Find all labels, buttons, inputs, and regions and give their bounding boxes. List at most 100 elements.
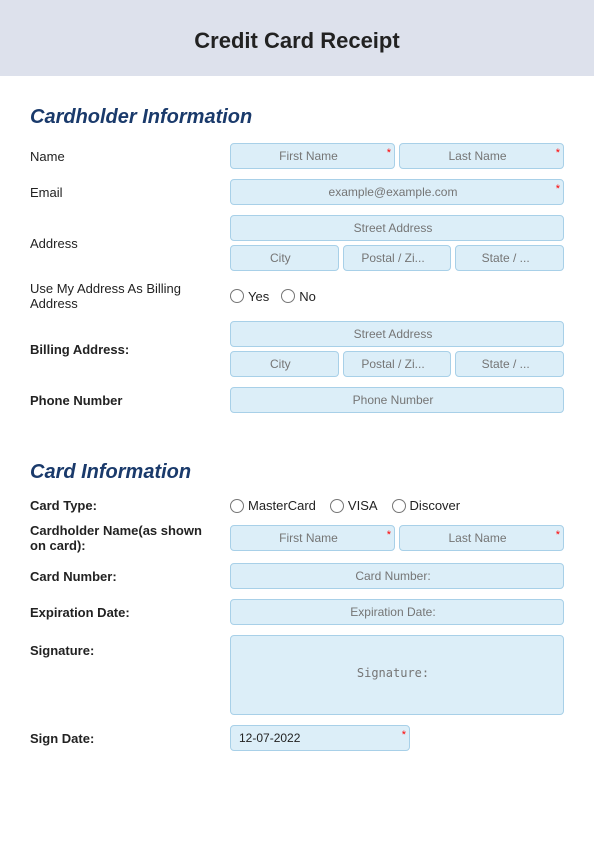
cardholder-section-title: Cardholder Information [30, 106, 564, 129]
card-type-label: Card Type: [30, 498, 230, 513]
phone-row: Phone Number [30, 387, 564, 413]
billing-state-input[interactable] [455, 351, 564, 377]
page-title: Credit Card Receipt [20, 28, 574, 54]
sign-date-wrapper: * [230, 725, 410, 751]
address-label: Address [30, 236, 230, 251]
email-input[interactable] [230, 179, 564, 205]
city-state-row [230, 245, 564, 271]
sign-date-input[interactable] [230, 725, 410, 751]
main-content: Cardholder Information Name * * Ema [0, 76, 594, 841]
sign-date-row: Sign Date: * [30, 725, 564, 751]
phone-fields [230, 387, 564, 413]
card-name-input-row: * * [230, 525, 564, 551]
card-number-row: Card Number: [30, 563, 564, 589]
billing-street-input[interactable] [230, 321, 564, 347]
card-first-name-input[interactable] [230, 525, 395, 551]
expiration-row: Expiration Date: [30, 599, 564, 625]
no-label: No [299, 289, 316, 304]
last-name-input[interactable] [399, 143, 564, 169]
card-number-input[interactable] [230, 563, 564, 589]
billing-address-label: Billing Address: [30, 342, 230, 357]
no-option[interactable]: No [281, 289, 316, 304]
expiration-label: Expiration Date: [30, 605, 230, 620]
card-first-name-wrapper: * [230, 525, 395, 551]
discover-option[interactable]: Discover [392, 498, 461, 513]
card-number-wrapper [230, 563, 564, 589]
address-fields [230, 215, 564, 271]
mastercard-option[interactable]: MasterCard [230, 498, 316, 513]
billing-postal-wrapper [343, 351, 452, 377]
name-fields: * * [230, 143, 564, 169]
first-name-wrapper: * [230, 143, 395, 169]
state-input[interactable] [455, 245, 564, 271]
card-name-fields: * * [230, 525, 564, 551]
email-required: * [556, 183, 560, 195]
billing-city-input[interactable] [230, 351, 339, 377]
city-wrapper [230, 245, 339, 271]
signature-row: Signature: [30, 635, 564, 715]
billing-city-wrapper [230, 351, 339, 377]
expiration-wrapper [230, 599, 564, 625]
card-number-fields [230, 563, 564, 589]
billing-state-wrapper [455, 351, 564, 377]
sign-date-required: * [402, 729, 406, 741]
postal-input[interactable] [343, 245, 452, 271]
last-name-required: * [556, 147, 560, 159]
street-input[interactable] [230, 215, 564, 241]
phone-input[interactable] [230, 387, 564, 413]
card-first-name-required: * [387, 529, 391, 541]
card-last-name-wrapper: * [399, 525, 564, 551]
name-input-row: * * [230, 143, 564, 169]
header: Credit Card Receipt [0, 0, 594, 76]
card-last-name-required: * [556, 529, 560, 541]
phone-wrapper [230, 387, 564, 413]
first-name-input[interactable] [230, 143, 395, 169]
signature-wrapper [230, 635, 564, 715]
mastercard-radio[interactable] [230, 499, 244, 513]
card-type-options: MasterCard VISA Discover [230, 498, 564, 513]
phone-label: Phone Number [30, 393, 230, 408]
yes-label: Yes [248, 289, 269, 304]
name-row: Name * * [30, 143, 564, 169]
city-input[interactable] [230, 245, 339, 271]
card-type-row: Card Type: MasterCard VISA Discover [30, 498, 564, 513]
signature-label: Signature: [30, 635, 230, 658]
signature-fields [230, 635, 564, 715]
sign-date-label: Sign Date: [30, 731, 230, 746]
email-fields: * [230, 179, 564, 205]
visa-label: VISA [348, 498, 378, 513]
state-wrapper [455, 245, 564, 271]
mastercard-label: MasterCard [248, 498, 316, 513]
billing-postal-input[interactable] [343, 351, 452, 377]
billing-address-fields [230, 321, 564, 377]
section-divider [30, 423, 564, 451]
card-section-title: Card Information [30, 461, 564, 484]
billing-radio-group: Yes No [230, 289, 564, 304]
postal-wrapper [343, 245, 452, 271]
billing-street-wrapper [230, 321, 564, 347]
first-name-required: * [387, 147, 391, 159]
card-number-label: Card Number: [30, 569, 230, 584]
billing-toggle-row: Use My Address As Billing Address Yes No [30, 281, 564, 311]
card-last-name-input[interactable] [399, 525, 564, 551]
page: Credit Card Receipt Cardholder Informati… [0, 0, 594, 841]
visa-radio[interactable] [330, 499, 344, 513]
billing-toggle-label: Use My Address As Billing Address [30, 281, 230, 311]
card-name-row: Cardholder Name(as shown on card): * * [30, 523, 564, 553]
card-name-label: Cardholder Name(as shown on card): [30, 523, 230, 553]
billing-address-row: Billing Address: [30, 321, 564, 377]
visa-option[interactable]: VISA [330, 498, 378, 513]
email-row: Email * [30, 179, 564, 205]
no-radio[interactable] [281, 289, 295, 303]
discover-radio[interactable] [392, 499, 406, 513]
name-label: Name [30, 149, 230, 164]
expiration-input[interactable] [230, 599, 564, 625]
yes-option[interactable]: Yes [230, 289, 269, 304]
last-name-wrapper: * [399, 143, 564, 169]
expiration-fields [230, 599, 564, 625]
yes-radio[interactable] [230, 289, 244, 303]
signature-input[interactable] [230, 635, 564, 715]
address-row: Address [30, 215, 564, 271]
email-wrapper: * [230, 179, 564, 205]
street-wrapper [230, 215, 564, 241]
